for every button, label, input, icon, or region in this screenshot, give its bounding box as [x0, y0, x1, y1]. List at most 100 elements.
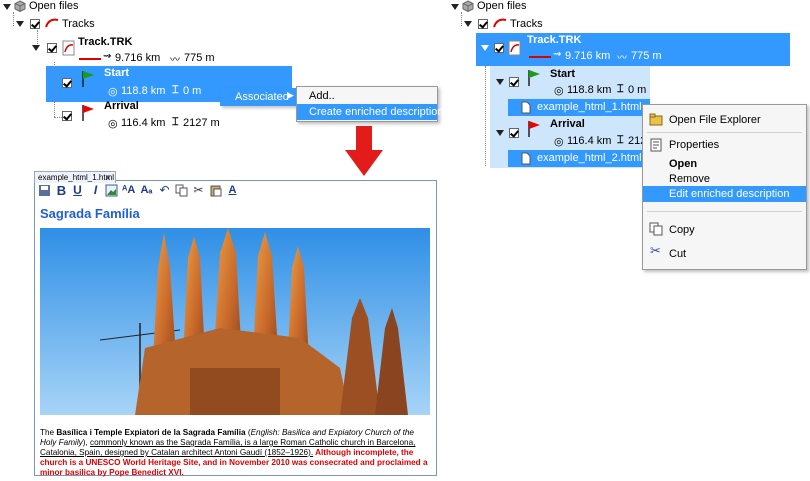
html-file-icon: [521, 152, 531, 165]
elevation-icon: ⌶: [617, 83, 624, 95]
start-checkbox[interactable]: [509, 77, 519, 87]
start-name[interactable]: Start: [550, 68, 575, 80]
elevation-icon: ⌶: [172, 116, 179, 128]
track-distance: 9.716 km: [565, 50, 611, 62]
associated-submenu: Add.. Create enriched description: [296, 86, 444, 122]
file-name-1[interactable]: example_html_1.html: [537, 101, 642, 113]
start-distance: 118.8 km: [567, 84, 612, 96]
font-grow-icon[interactable]: ᴬA: [122, 184, 135, 197]
track-name[interactable]: Track.TRK: [78, 36, 132, 48]
properties-item[interactable]: Properties: [643, 137, 806, 153]
context-menu: Open File Explorer Properties Open Remov…: [642, 104, 807, 270]
add-menu-item[interactable]: Add..: [297, 88, 437, 104]
track-color-line: [79, 58, 101, 60]
arrow-down-icon: [345, 126, 383, 176]
bold-icon[interactable]: B: [55, 184, 68, 197]
copy-item[interactable]: Copy: [643, 222, 806, 238]
arrival-distance: 116.4 km: [567, 135, 612, 147]
start-distance: 118.8 km: [121, 85, 166, 97]
open-files-icon: [462, 0, 474, 12]
paragraph-bold: Basílica i Temple Expiatori de la Sagrad…: [56, 428, 246, 437]
red-flag-icon: [528, 121, 540, 137]
open-file-explorer-item[interactable]: Open File Explorer: [643, 112, 806, 128]
tracks-icon: [493, 18, 507, 28]
collapse-icon[interactable]: [16, 21, 24, 27]
arrival-checkbox[interactable]: [62, 111, 72, 121]
open-files-icon: [14, 0, 26, 12]
font-shrink-icon[interactable]: Aₐ: [140, 184, 153, 197]
cut-item[interactable]: Cut: [643, 246, 806, 262]
start-name[interactable]: Start: [104, 67, 129, 79]
green-flag-icon: [82, 71, 94, 87]
image-icon[interactable]: [105, 184, 118, 197]
elevation-icon: ⌶: [172, 84, 179, 96]
create-enriched-description-item[interactable]: Create enriched description: [297, 104, 444, 120]
elevation-icon: ⌶: [617, 134, 624, 146]
elevation-icon: 〰: [617, 53, 627, 64]
collapse-icon[interactable]: [464, 21, 472, 27]
collapse-icon[interactable]: [3, 4, 11, 10]
article-title: Sagrada Família: [40, 206, 140, 221]
tracks-icon: [45, 18, 59, 28]
undo-icon[interactable]: ↶: [158, 184, 171, 197]
editor-tab[interactable]: example_html_1.html x: [34, 171, 116, 183]
distance-icon: ⇝: [553, 49, 562, 60]
track-file-icon: [508, 40, 521, 56]
track-elevation: 775 m: [631, 50, 662, 62]
copy-icon[interactable]: [175, 184, 188, 197]
collapse-icon[interactable]: [451, 4, 459, 10]
distance-icon: ◎: [108, 86, 118, 98]
paragraph-text: ),: [82, 438, 91, 447]
edit-enriched-description-item[interactable]: Edit enriched description: [643, 186, 806, 202]
distance-icon: ◎: [554, 136, 564, 148]
track-color-line: [529, 56, 551, 58]
close-icon[interactable]: x: [106, 172, 110, 183]
paragraph-text: The: [40, 428, 57, 437]
open-files-label[interactable]: Open files: [29, 0, 79, 12]
tracks-label[interactable]: Tracks: [510, 18, 543, 30]
open-item[interactable]: Open: [643, 156, 806, 172]
track-elevation: 775 m: [184, 52, 215, 64]
track-name[interactable]: Track.TRK: [527, 34, 581, 46]
font-color-icon[interactable]: A: [226, 184, 239, 197]
arrival-distance: 116.4 km: [121, 117, 166, 129]
start-elevation: 0 m: [183, 85, 202, 97]
arrival-name[interactable]: Arrival: [104, 100, 139, 112]
elevation-icon: 〰: [170, 55, 180, 66]
editor-tab-label: example_html_1.html: [38, 173, 115, 182]
arrival-checkbox[interactable]: [509, 128, 519, 138]
tracks-checkbox[interactable]: [478, 19, 488, 29]
green-flag-icon: [528, 70, 540, 86]
arrival-name[interactable]: Arrival: [550, 118, 585, 130]
arrival-elevation: 2127 m: [183, 117, 220, 129]
associated-label: Associated: [235, 91, 289, 103]
cut-icon[interactable]: ✂: [192, 184, 205, 197]
paste-icon[interactable]: [209, 184, 222, 197]
track-distance: 9.716 km: [115, 52, 161, 64]
open-files-label[interactable]: Open files: [477, 0, 527, 12]
distance-icon: ⇝: [103, 51, 112, 62]
start-checkbox[interactable]: [62, 78, 72, 88]
chevron-right-icon: ▶: [287, 90, 294, 100]
underline-icon[interactable]: U: [71, 184, 84, 197]
track-checkbox[interactable]: [47, 43, 57, 53]
tracks-label[interactable]: Tracks: [62, 18, 95, 30]
distance-icon: ◎: [108, 118, 118, 130]
sagrada-familia-image: [40, 228, 430, 415]
collapse-icon[interactable]: [481, 45, 489, 51]
remove-item[interactable]: Remove: [643, 171, 806, 187]
red-flag-icon: [82, 105, 94, 121]
track-file-icon: [62, 40, 75, 56]
distance-icon: ◎: [554, 85, 564, 97]
collapse-icon[interactable]: [496, 130, 504, 136]
track-checkbox[interactable]: [494, 43, 504, 53]
file-name-2[interactable]: example_html_2.html: [537, 152, 642, 164]
associated-menu-item[interactable]: Associated ▶: [220, 88, 300, 106]
save-icon[interactable]: [38, 184, 51, 197]
collapse-icon[interactable]: [32, 45, 40, 51]
collapse-icon[interactable]: [496, 79, 504, 85]
start-elevation: 0 m: [628, 84, 647, 96]
tracks-checkbox[interactable]: [30, 19, 40, 29]
italic-icon[interactable]: I: [89, 184, 102, 197]
article-paragraph: The Basílica i Temple Expiatori de la Sa…: [40, 428, 432, 478]
